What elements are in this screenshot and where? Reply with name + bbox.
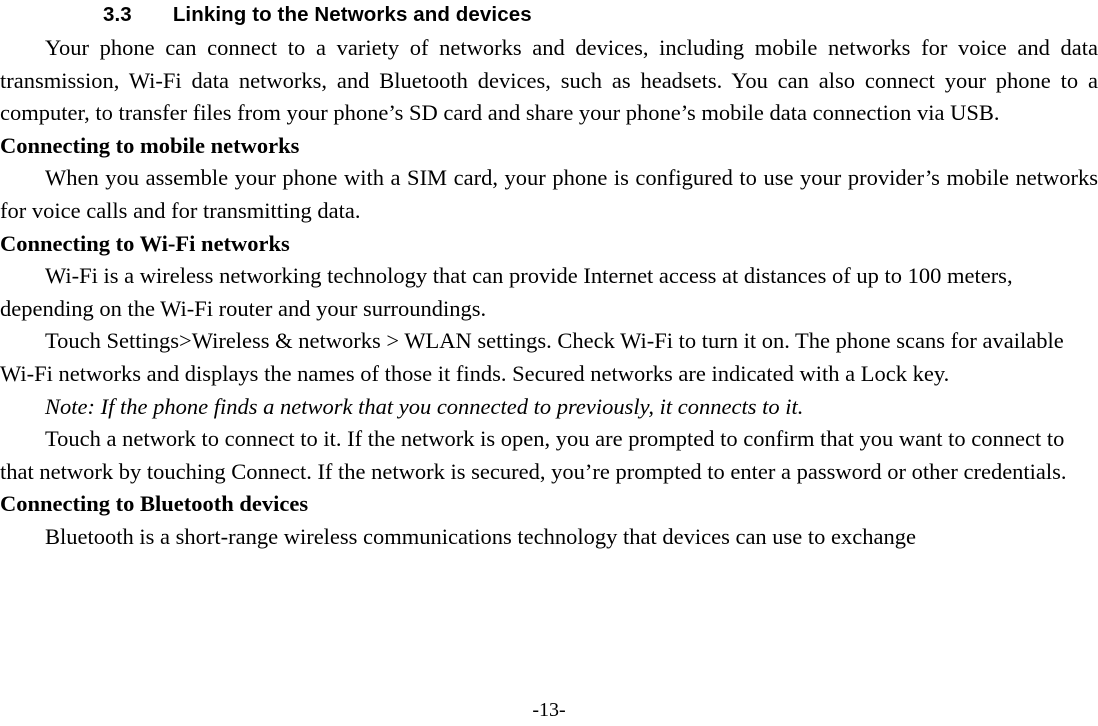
paragraph-wifi-settings: Touch Settings>Wireless & networks > WLA… xyxy=(0,328,1064,386)
subheading-mobile-networks: Connecting to mobile networks xyxy=(0,132,300,158)
page-number: -13- xyxy=(532,699,566,721)
paragraph-bluetooth-intro: Bluetooth is a short-range wireless comm… xyxy=(45,523,916,549)
paragraph-wifi-connect: Touch a network to connect to it. If the… xyxy=(0,426,1067,484)
paragraph-wifi-intro: Wi-Fi is a wireless networking technolog… xyxy=(0,263,1013,321)
document-page: 3.3 Linking to the Networks and devices Y… xyxy=(0,0,1098,726)
page-footer: -13- xyxy=(0,698,1098,722)
section-heading: 3.3 Linking to the Networks and devices xyxy=(0,0,1098,32)
section-number: 3.3 xyxy=(103,3,132,26)
intro-paragraph: Your phone can connect to a variety of n… xyxy=(0,35,1098,126)
subheading-bluetooth-devices: Connecting to Bluetooth devices xyxy=(0,491,309,517)
paragraph-wifi-note: Note: If the phone finds a network that … xyxy=(45,393,804,419)
paragraph-mobile-networks: When you assemble your phone with a SIM … xyxy=(0,165,1098,223)
subheading-wifi-networks: Connecting to Wi-Fi networks xyxy=(0,230,290,256)
section-title: Linking to the Networks and devices xyxy=(172,3,532,26)
